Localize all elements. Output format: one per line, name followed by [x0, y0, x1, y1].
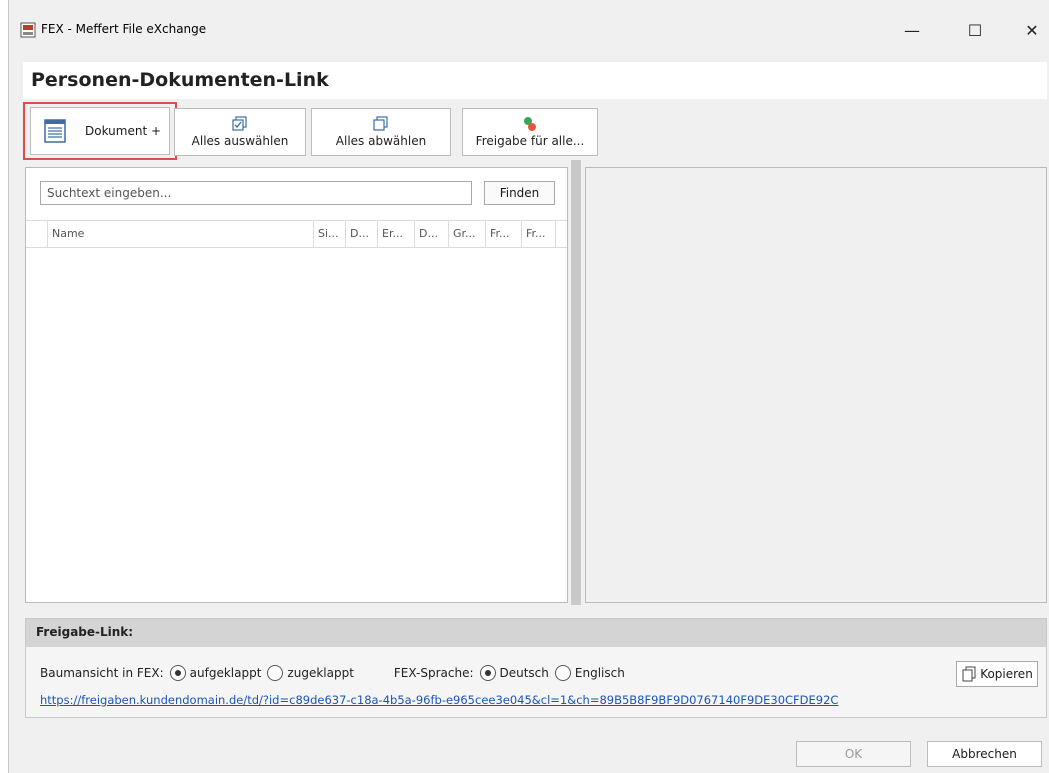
- column-header-6[interactable]: Gr...: [449, 221, 486, 247]
- column-header-3[interactable]: D...: [346, 221, 378, 247]
- column-header-2[interactable]: Si...: [314, 221, 346, 247]
- close-button[interactable]: ✕: [1009, 14, 1049, 46]
- tree-collapsed-radio[interactable]: [267, 665, 284, 681]
- minimize-button[interactable]: —: [889, 14, 935, 46]
- add-document-highlight: Dokument +: [23, 102, 177, 160]
- column-header-5[interactable]: D...: [415, 221, 449, 247]
- add-document-label: Dokument +: [85, 124, 162, 138]
- language-label: FEX-Sprache:: [393, 666, 474, 680]
- tree-view-label: Baumansicht in FEX:: [40, 666, 164, 680]
- close-icon: ✕: [1025, 20, 1039, 40]
- deselect-all-icon: [373, 116, 388, 131]
- preview-panel: [585, 167, 1047, 603]
- tree-expanded-label[interactable]: aufgeklappt: [190, 666, 262, 680]
- maximize-icon: ☐: [967, 20, 983, 40]
- page-header: Personen-Dokumenten-Link: [23, 62, 1047, 99]
- select-all-button[interactable]: Alles auswählen: [174, 108, 306, 156]
- find-button[interactable]: Finden: [484, 181, 555, 205]
- window-title: FEX - Meffert File eXchange: [41, 22, 207, 36]
- share-options-row: Baumansicht in FEX: aufgeklappt zugeklap…: [40, 665, 625, 681]
- share-section-title: Freigabe-Link:: [26, 619, 1046, 647]
- share-all-label: Freigabe für alle...: [475, 134, 585, 148]
- maximize-button[interactable]: ☐: [952, 14, 998, 46]
- lang-german-radio[interactable]: [479, 665, 496, 681]
- column-header-8[interactable]: Fr...: [522, 221, 556, 247]
- grid-header: Name Si... D... Er... D... Gr... Fr... F…: [26, 220, 567, 248]
- lang-english-radio[interactable]: [554, 665, 571, 681]
- app-logo-icon: [20, 22, 36, 38]
- minimize-icon: —: [904, 20, 920, 40]
- deselect-all-button[interactable]: Alles abwählen: [311, 108, 451, 156]
- grid-header-selector[interactable]: [26, 221, 48, 247]
- title-bar: FEX - Meffert File eXchange — ☐ ✕: [9, 0, 1049, 60]
- tree-expanded-radio[interactable]: [169, 665, 186, 681]
- tree-collapsed-label[interactable]: zugeklappt: [287, 666, 353, 680]
- document-list-panel: Finden Name Si... D... Er... D... Gr... …: [25, 167, 568, 603]
- page-title: Personen-Dokumenten-Link: [31, 69, 329, 91]
- column-header-7[interactable]: Fr...: [486, 221, 522, 247]
- add-document-button[interactable]: Dokument +: [30, 107, 170, 155]
- app-window: FEX - Meffert File eXchange — ☐ ✕ Person…: [8, 0, 1049, 773]
- lang-german-label[interactable]: Deutsch: [500, 666, 549, 680]
- column-header-4[interactable]: Er...: [378, 221, 415, 247]
- copy-icon: [962, 666, 976, 682]
- copy-label: Kopieren: [980, 667, 1033, 681]
- ok-button[interactable]: OK: [796, 741, 911, 767]
- search-input[interactable]: [40, 181, 472, 205]
- deselect-all-label: Alles abwählen: [335, 134, 427, 148]
- share-icon: [524, 117, 536, 131]
- select-all-icon: [232, 116, 247, 131]
- share-link-section: Freigabe-Link: Baumansicht in FEX: aufge…: [25, 618, 1047, 718]
- lang-english-label[interactable]: Englisch: [575, 666, 625, 680]
- copy-button[interactable]: Kopieren: [956, 661, 1038, 687]
- share-link-url[interactable]: https://freigaben.kundendomain.de/td/?id…: [40, 693, 838, 707]
- column-header-name[interactable]: Name: [48, 221, 314, 247]
- panel-splitter[interactable]: [571, 160, 581, 605]
- cancel-button[interactable]: Abbrechen: [927, 741, 1042, 767]
- share-all-button[interactable]: Freigabe für alle...: [462, 108, 598, 156]
- select-all-label: Alles auswählen: [191, 134, 289, 148]
- document-icon: [44, 119, 66, 143]
